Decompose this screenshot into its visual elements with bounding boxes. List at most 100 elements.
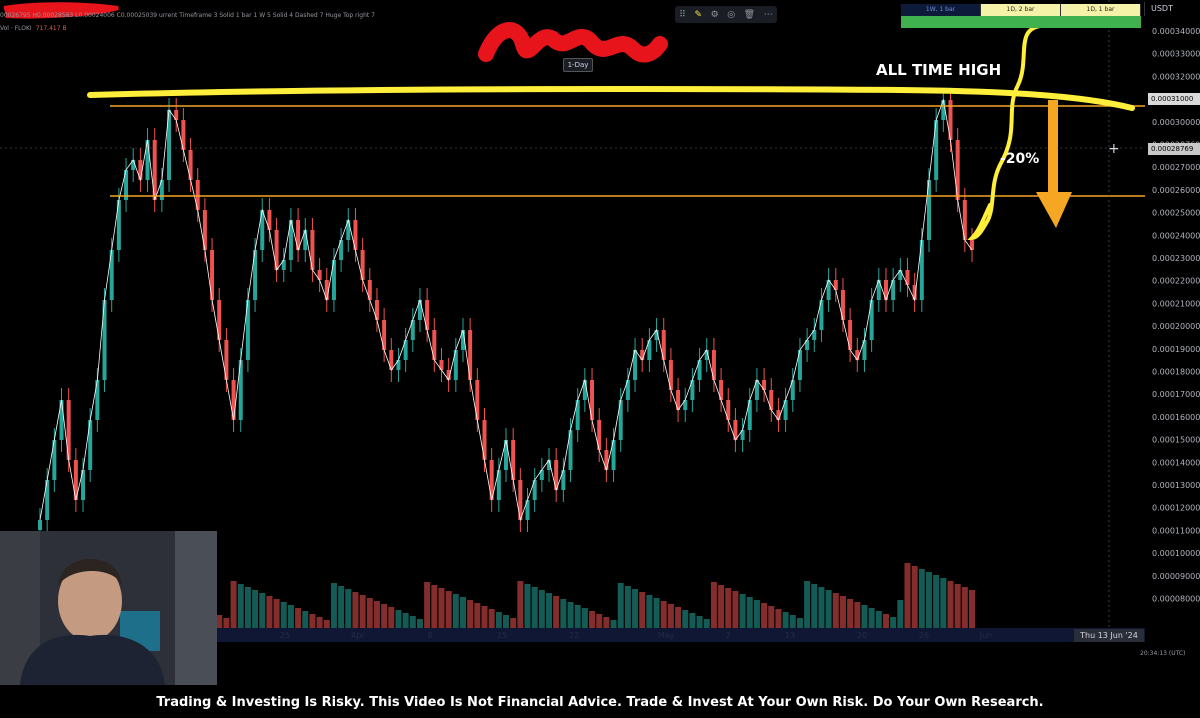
price-axis-label: 0.00019000 [1152, 345, 1200, 354]
crosshair-price-tag: 0.00028769 [1148, 143, 1200, 155]
volume-bar [811, 584, 818, 628]
price-axis-label: 0.00022000 [1152, 277, 1200, 286]
time-axis-bar [217, 628, 1145, 642]
timeframe-badge[interactable]: 1-Day [563, 58, 593, 72]
price-axis-label: 0.00012000 [1152, 504, 1200, 513]
price-axis-label: 0.00024000 [1152, 231, 1200, 240]
volume-bar [969, 590, 975, 628]
price-axis-label: 0.00021000 [1152, 299, 1200, 308]
volume-bar [574, 605, 581, 628]
volume-bar [524, 584, 531, 628]
volume-bar [861, 605, 868, 628]
volume-bar [660, 601, 667, 628]
volume-bar [961, 587, 968, 628]
volume-bar [689, 613, 696, 628]
ath-price-tag: 0.00031000 [1148, 93, 1200, 105]
volume-bar [925, 572, 932, 628]
volume-bar [273, 599, 280, 628]
volume-bar [775, 609, 782, 628]
volume-bar [796, 618, 803, 628]
price-axis-label: 0.00008000 [1152, 595, 1200, 604]
clock: 20:34:13 (UTC) [1140, 650, 1186, 657]
volume-bar [725, 588, 732, 628]
price-axis-label: 0.00034000 [1152, 27, 1200, 36]
tf-cell-weekly[interactable]: 1W, 1 bar [901, 4, 981, 16]
volume-bar [818, 587, 825, 628]
price-axis-label: 0.00032000 [1152, 72, 1200, 81]
disclaimer: Trading & Investing Is Risky. This Video… [0, 688, 1200, 714]
pencil-icon[interactable]: ✎ [694, 10, 702, 20]
volume-bar [639, 592, 646, 628]
volume-bar [244, 587, 251, 628]
volume-bar [954, 584, 961, 628]
volume-bar [825, 590, 832, 628]
volume-bar [603, 617, 610, 628]
volume-label: Vol · FLOKI [0, 25, 32, 32]
volume-bar [646, 595, 653, 628]
volume-bar [890, 617, 897, 628]
volume-bar [323, 620, 330, 628]
price-axis: 0.000340000.000330000.000320000.00031000… [1152, 27, 1200, 604]
price-axis-label: 0.00030000 [1152, 118, 1200, 127]
price-axis-label: 0.00011000 [1152, 526, 1200, 535]
volume-bar [882, 614, 889, 628]
volume-bar [710, 582, 717, 628]
volume-bar [309, 614, 316, 628]
volume-bar [338, 586, 345, 628]
volume-value: 717.417 B [35, 25, 67, 32]
volume-bar [832, 593, 839, 628]
drop-percent-label: -20% [1000, 151, 1040, 167]
volume-bar [216, 615, 223, 628]
price-axis-label: 0.00009000 [1152, 572, 1200, 581]
volume-bar [560, 599, 567, 628]
volume-bar [624, 586, 631, 628]
price-axis-label: 0.00026000 [1152, 186, 1200, 195]
crosshair-cursor: + [1108, 141, 1120, 157]
price-axis-label: 0.00023000 [1152, 254, 1200, 263]
tf-cell-daily-2[interactable]: 1D, 2 bar [981, 4, 1061, 16]
price-axis-label: 0.00016000 [1152, 413, 1200, 422]
candlesticks [38, 88, 974, 542]
volume-bar [252, 590, 259, 628]
volume-bar [782, 612, 789, 628]
volume-bar [503, 615, 509, 628]
price-axis-label: 0.00010000 [1152, 549, 1200, 558]
volume-bar [868, 608, 875, 628]
volume-bar [854, 602, 861, 628]
tf-cell-daily-1[interactable]: 1D, 1 bar [1061, 4, 1141, 16]
volume-bar [373, 601, 380, 628]
volume-bar [940, 578, 947, 628]
volume-bar [768, 606, 775, 628]
volume-bar [352, 592, 359, 628]
volume-bar [703, 619, 710, 628]
volume-bar [918, 569, 925, 628]
volume-bar [388, 607, 395, 628]
volume-bar [431, 585, 438, 628]
volume-bar [596, 614, 603, 628]
lock-icon[interactable]: ◎ [727, 10, 735, 20]
trash-icon[interactable]: 🗑 [744, 10, 755, 20]
volume-bar [438, 588, 445, 628]
currency-label[interactable]: USDT [1144, 2, 1200, 16]
volume-bar [474, 603, 481, 628]
volume-bar [897, 600, 904, 628]
volume-bar [653, 598, 660, 628]
volume-bar [789, 615, 796, 628]
volume-bar [904, 563, 911, 628]
volume-bar [467, 600, 474, 628]
volume-bar [295, 608, 302, 628]
volume-bar [696, 616, 703, 628]
down-arrow-icon [1036, 100, 1072, 228]
volume-bar [424, 582, 431, 628]
more-icon[interactable]: ⋯ [764, 10, 773, 20]
volume-bar [839, 596, 846, 628]
settings-icon[interactable]: ⚙ [711, 10, 719, 20]
volume-bar [409, 616, 416, 628]
volume-bar [746, 597, 753, 628]
volume-bar [488, 609, 495, 628]
volume-bar [538, 590, 545, 628]
volume-bar [546, 593, 553, 628]
price-axis-label: 0.00025000 [1152, 209, 1200, 218]
tf-signal-bar [901, 16, 1141, 28]
grid-icon[interactable]: ⠿ [679, 10, 686, 20]
